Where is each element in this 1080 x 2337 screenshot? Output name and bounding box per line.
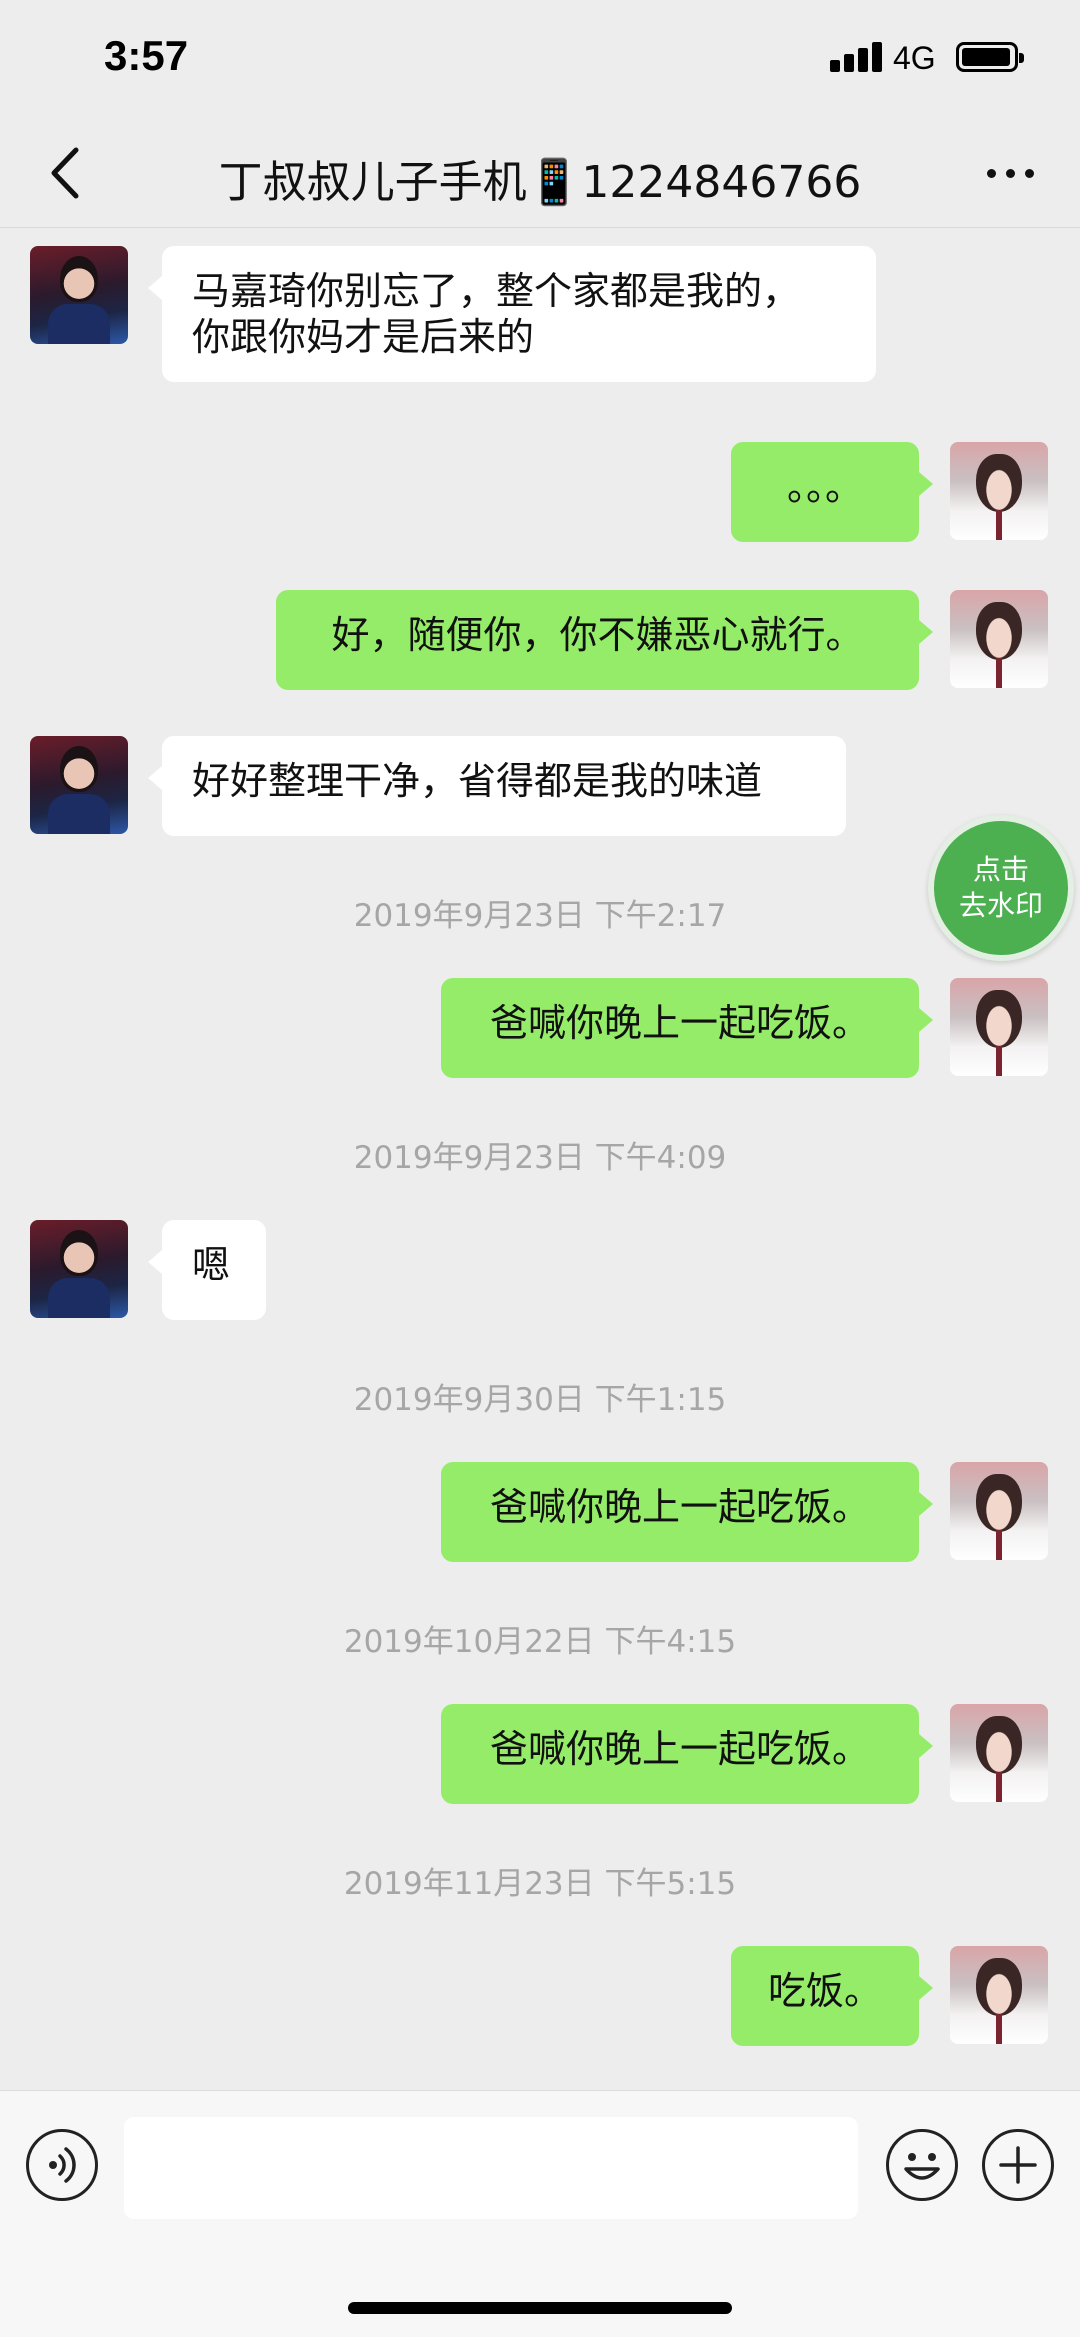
message-bubble-outgoing[interactable]: 。。。 bbox=[731, 442, 933, 542]
my-avatar[interactable] bbox=[950, 590, 1048, 688]
message-text: 。。。 bbox=[786, 465, 863, 509]
input-bar bbox=[0, 2090, 1080, 2337]
remove-watermark-button[interactable]: 点击 去水印 bbox=[928, 815, 1074, 961]
message-timestamp: 2019年9月23日 下午2:17 bbox=[353, 898, 727, 934]
message-bubble-outgoing[interactable]: 吃饭。 bbox=[731, 1946, 933, 2046]
message-list: 马嘉琦你别忘了，整个家都是我的， 你跟你妈才是后来的 。。。 好，随便你，你不嫌… bbox=[0, 228, 1080, 2090]
voice-icon bbox=[49, 2147, 76, 2183]
battery-icon bbox=[956, 42, 1024, 72]
message-bubble-outgoing[interactable]: 爸喊你晚上一起吃饭。 bbox=[441, 1704, 933, 1804]
message-text: 爸喊你晚上一起吃饭。 bbox=[489, 1727, 870, 1771]
status-bar: 3:57 4G bbox=[0, 0, 1080, 118]
message-text: 爸喊你晚上一起吃饭。 bbox=[489, 1001, 870, 1045]
my-avatar[interactable] bbox=[950, 1462, 1048, 1560]
chevron-left-icon bbox=[51, 147, 79, 199]
message-timestamp: 2019年10月22日 下午4:15 bbox=[343, 1624, 737, 1660]
message-bubble-outgoing[interactable]: 爸喊你晚上一起吃饭。 bbox=[441, 1462, 933, 1562]
message-bubble-outgoing[interactable]: 爸喊你晚上一起吃饭。 bbox=[441, 978, 933, 1078]
back-button[interactable] bbox=[30, 138, 100, 208]
message-timestamp: 2019年11月23日 下午5:15 bbox=[343, 1866, 737, 1902]
more-icon bbox=[986, 168, 996, 178]
contact-avatar[interactable] bbox=[30, 246, 128, 344]
message-text: 吃饭。 bbox=[767, 1969, 882, 2013]
message-input[interactable] bbox=[124, 2117, 858, 2219]
voice-button[interactable] bbox=[26, 2129, 98, 2201]
network-type: 4G bbox=[893, 40, 936, 76]
home-indicator[interactable] bbox=[348, 2302, 732, 2314]
message-timestamp: 2019年9月30日 下午1:15 bbox=[353, 1382, 727, 1418]
signal-icon bbox=[830, 42, 886, 72]
chat-title: 丁叔叔儿子手机📱1224846766 bbox=[218, 157, 862, 208]
my-avatar[interactable] bbox=[950, 978, 1048, 1076]
emoji-button[interactable] bbox=[886, 2129, 958, 2201]
plus-button[interactable] bbox=[982, 2129, 1054, 2201]
chat-header: 丁叔叔儿子手机📱1224846766 bbox=[0, 118, 1080, 228]
message-timestamp: 2019年9月23日 下午4:09 bbox=[353, 1140, 727, 1176]
contact-avatar[interactable] bbox=[30, 1220, 128, 1318]
my-avatar[interactable] bbox=[950, 1946, 1048, 2044]
emoji-icon bbox=[904, 2153, 940, 2180]
contact-avatar[interactable] bbox=[30, 736, 128, 834]
message-text-line: 你跟你妈才是后来的 bbox=[192, 315, 535, 359]
more-button[interactable] bbox=[970, 138, 1050, 208]
message-bubble-incoming[interactable]: 好好整理干净，省得都是我的味道 bbox=[148, 736, 846, 836]
float-button-line: 去水印 bbox=[958, 889, 1043, 922]
message-text: 爸喊你晚上一起吃饭。 bbox=[489, 1485, 870, 1529]
message-text: 好好整理干净，省得都是我的味道 bbox=[192, 759, 763, 803]
status-time: 3:57 bbox=[104, 32, 189, 79]
message-text-line: 马嘉琦你别忘了，整个家都是我的， bbox=[192, 269, 801, 313]
message-bubble-incoming[interactable]: 嗯 bbox=[148, 1220, 266, 1320]
plus-icon bbox=[999, 2146, 1037, 2184]
message-text: 嗯 bbox=[192, 1243, 231, 1287]
message-text: 好，随便你，你不嫌恶心就行。 bbox=[331, 613, 864, 657]
float-button-line: 点击 bbox=[972, 853, 1029, 886]
message-bubble-outgoing[interactable]: 好，随便你，你不嫌恶心就行。 bbox=[276, 590, 933, 690]
my-avatar[interactable] bbox=[950, 442, 1048, 540]
my-avatar[interactable] bbox=[950, 1704, 1048, 1802]
message-bubble-incoming[interactable]: 马嘉琦你别忘了，整个家都是我的， 你跟你妈才是后来的 bbox=[148, 246, 876, 382]
